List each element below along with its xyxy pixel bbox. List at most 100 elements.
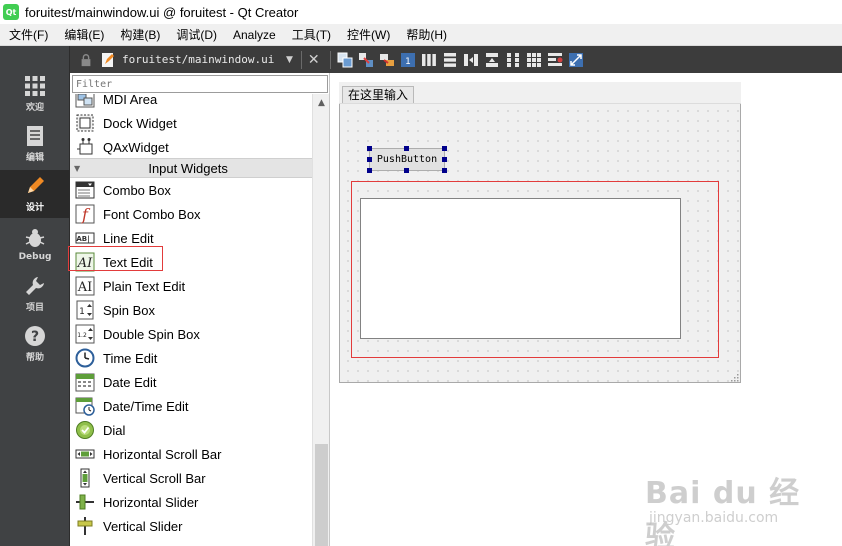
menu-bar: 文件(F) 编辑(E) 构建(B) 调试(D) Analyze 工具(T) 控件… — [0, 24, 842, 46]
layout-v-splitter-icon[interactable] — [484, 52, 500, 68]
mode-design[interactable]: 设计 — [0, 170, 70, 218]
title-bar: Qt foruitest/mainwindow.ui @ foruitest -… — [0, 0, 842, 24]
menu-edit[interactable]: 编辑(E) — [55, 24, 111, 46]
svg-text:?: ? — [31, 329, 39, 345]
widget-item-mdi-area[interactable]: MDI Area — [70, 94, 312, 111]
date-time-edit-icon — [75, 396, 95, 416]
filter-input[interactable] — [73, 76, 327, 93]
document-icon — [27, 126, 43, 146]
layout-grid-icon[interactable] — [526, 52, 542, 68]
menu-build[interactable]: 构建(B) — [111, 24, 167, 46]
edit-widgets-icon[interactable] — [337, 52, 353, 68]
widget-item-label: Horizontal Slider — [103, 494, 199, 510]
adjust-size-icon[interactable] — [568, 52, 584, 68]
scroll-up-arrow-icon[interactable]: ▲ — [313, 94, 330, 111]
ui-file-icon — [100, 52, 116, 68]
mode-welcome[interactable]: 欢迎 — [0, 70, 70, 118]
font-combo-box-icon: f — [75, 204, 95, 224]
dial-icon — [75, 420, 95, 440]
widget-item-time-edit[interactable]: Time Edit — [70, 346, 312, 370]
widget-item-horizontal-slider[interactable]: Horizontal Slider — [70, 490, 312, 514]
menu-widgets[interactable]: 控件(W) — [338, 24, 397, 46]
selection-handle[interactable] — [367, 168, 372, 173]
category-input-widgets[interactable]: ▼ Input Widgets — [70, 158, 312, 178]
form-text-edit[interactable] — [360, 198, 681, 339]
edit-buddies-icon[interactable] — [379, 52, 395, 68]
mode-edit[interactable]: 编辑 — [0, 120, 70, 168]
resize-grip-icon[interactable] — [730, 373, 739, 382]
menu-tools[interactable]: 工具(T) — [283, 24, 338, 46]
dock-widget-icon — [75, 113, 95, 133]
widget-item-label: MDI Area — [103, 94, 158, 107]
selection-handle[interactable] — [442, 146, 447, 151]
widget-item-plain-text-edit[interactable]: AI Plain Text Edit — [70, 274, 312, 298]
horizontal-scroll-bar-icon — [75, 444, 95, 464]
layout-horizontal-icon[interactable] — [421, 52, 437, 68]
widget-item-vertical-slider[interactable]: Vertical Slider — [70, 514, 312, 538]
selection-handle[interactable] — [404, 168, 409, 173]
widget-item-double-spin-box[interactable]: 1.2 Double Spin Box — [70, 322, 312, 346]
layout-h-splitter-icon[interactable] — [463, 52, 479, 68]
mode-help[interactable]: ? 帮助 — [0, 320, 70, 368]
widget-item-dock-widget[interactable]: Dock Widget — [70, 111, 312, 135]
layout-vertical-icon[interactable] — [442, 52, 458, 68]
widget-item-spin-box[interactable]: 1 Spin Box — [70, 298, 312, 322]
close-document-icon[interactable]: ✕ — [308, 52, 320, 68]
break-layout-icon[interactable] — [547, 52, 563, 68]
open-document-combo[interactable]: foruitest/mainwindow.ui — [122, 53, 282, 66]
widget-item-label: Dock Widget — [103, 115, 177, 131]
selection-handle[interactable] — [367, 146, 372, 151]
mode-label: 帮助 — [25, 353, 44, 363]
widget-box-panel: MDI Area Dock Widget QAxWidget ▼ Input W… — [70, 73, 330, 546]
widget-item-date-edit[interactable]: Date Edit — [70, 370, 312, 394]
widget-item-label: Combo Box — [103, 182, 171, 198]
watermark-url: jingyan.baidu.com — [649, 510, 779, 526]
spin-box-icon: 1 — [75, 300, 95, 320]
layout-form-icon[interactable] — [505, 52, 521, 68]
widget-item-label: Horizontal Scroll Bar — [103, 446, 222, 462]
form-menu-bar[interactable]: 在这里输入 — [339, 82, 741, 104]
selection-handle[interactable] — [442, 157, 447, 162]
widget-item-horizontal-scroll-bar[interactable]: Horizontal Scroll Bar — [70, 442, 312, 466]
widget-item-label: Vertical Scroll Bar — [103, 470, 206, 486]
selection-handle[interactable] — [442, 168, 447, 173]
svg-text:AI: AI — [77, 280, 93, 295]
selection-handle[interactable] — [404, 146, 409, 151]
bug-icon — [25, 228, 45, 247]
wrench-icon — [26, 277, 44, 295]
widget-item-qaxwidget[interactable]: QAxWidget — [70, 135, 312, 159]
widget-item-label: Double Spin Box — [103, 326, 200, 342]
widget-list-scrollbar[interactable]: ▲ — [312, 94, 329, 546]
scrollbar-thumb[interactable] — [315, 444, 328, 546]
chevron-down-icon[interactable]: ▼ — [286, 55, 293, 65]
selection-handle[interactable] — [367, 157, 372, 162]
form-menu-type-here[interactable]: 在这里输入 — [342, 86, 415, 103]
mode-label: Debug — [18, 251, 52, 262]
mode-label: 设计 — [25, 203, 44, 213]
widget-item-dial[interactable]: Dial — [70, 418, 312, 442]
widget-item-label: Dial — [103, 422, 126, 438]
pencil-icon — [28, 177, 44, 193]
horizontal-slider-icon — [75, 492, 95, 512]
mdi-area-icon — [75, 94, 95, 109]
mode-projects[interactable]: 项目 — [0, 270, 70, 318]
vertical-slider-icon — [75, 516, 95, 536]
menu-analyze[interactable]: Analyze — [224, 24, 283, 46]
edit-signals-icon[interactable] — [358, 52, 374, 68]
menu-help[interactable]: 帮助(H) — [397, 24, 454, 46]
vertical-scroll-bar-icon — [75, 468, 95, 488]
widget-item-label: Time Edit — [103, 350, 158, 366]
filter-field[interactable] — [72, 75, 328, 93]
widget-item-date-time-edit[interactable]: Date/Time Edit — [70, 394, 312, 418]
widget-item-vertical-scroll-bar[interactable]: Vertical Scroll Bar — [70, 466, 312, 490]
widget-item-label: Plain Text Edit — [103, 278, 186, 294]
double-spin-box-icon: 1.2 — [75, 324, 95, 344]
widget-item-label: Font Combo Box — [103, 206, 201, 222]
mode-debug[interactable]: Debug — [0, 220, 70, 268]
widget-item-font-combo-box[interactable]: f Font Combo Box — [70, 202, 312, 226]
menu-debug[interactable]: 调试(D) — [167, 24, 224, 46]
widget-item-combo-box[interactable]: Combo Box — [70, 178, 312, 202]
widget-item-label: Spin Box — [103, 302, 156, 318]
edit-tab-order-icon[interactable]: 1 — [400, 52, 416, 68]
menu-file[interactable]: 文件(F) — [0, 24, 55, 46]
